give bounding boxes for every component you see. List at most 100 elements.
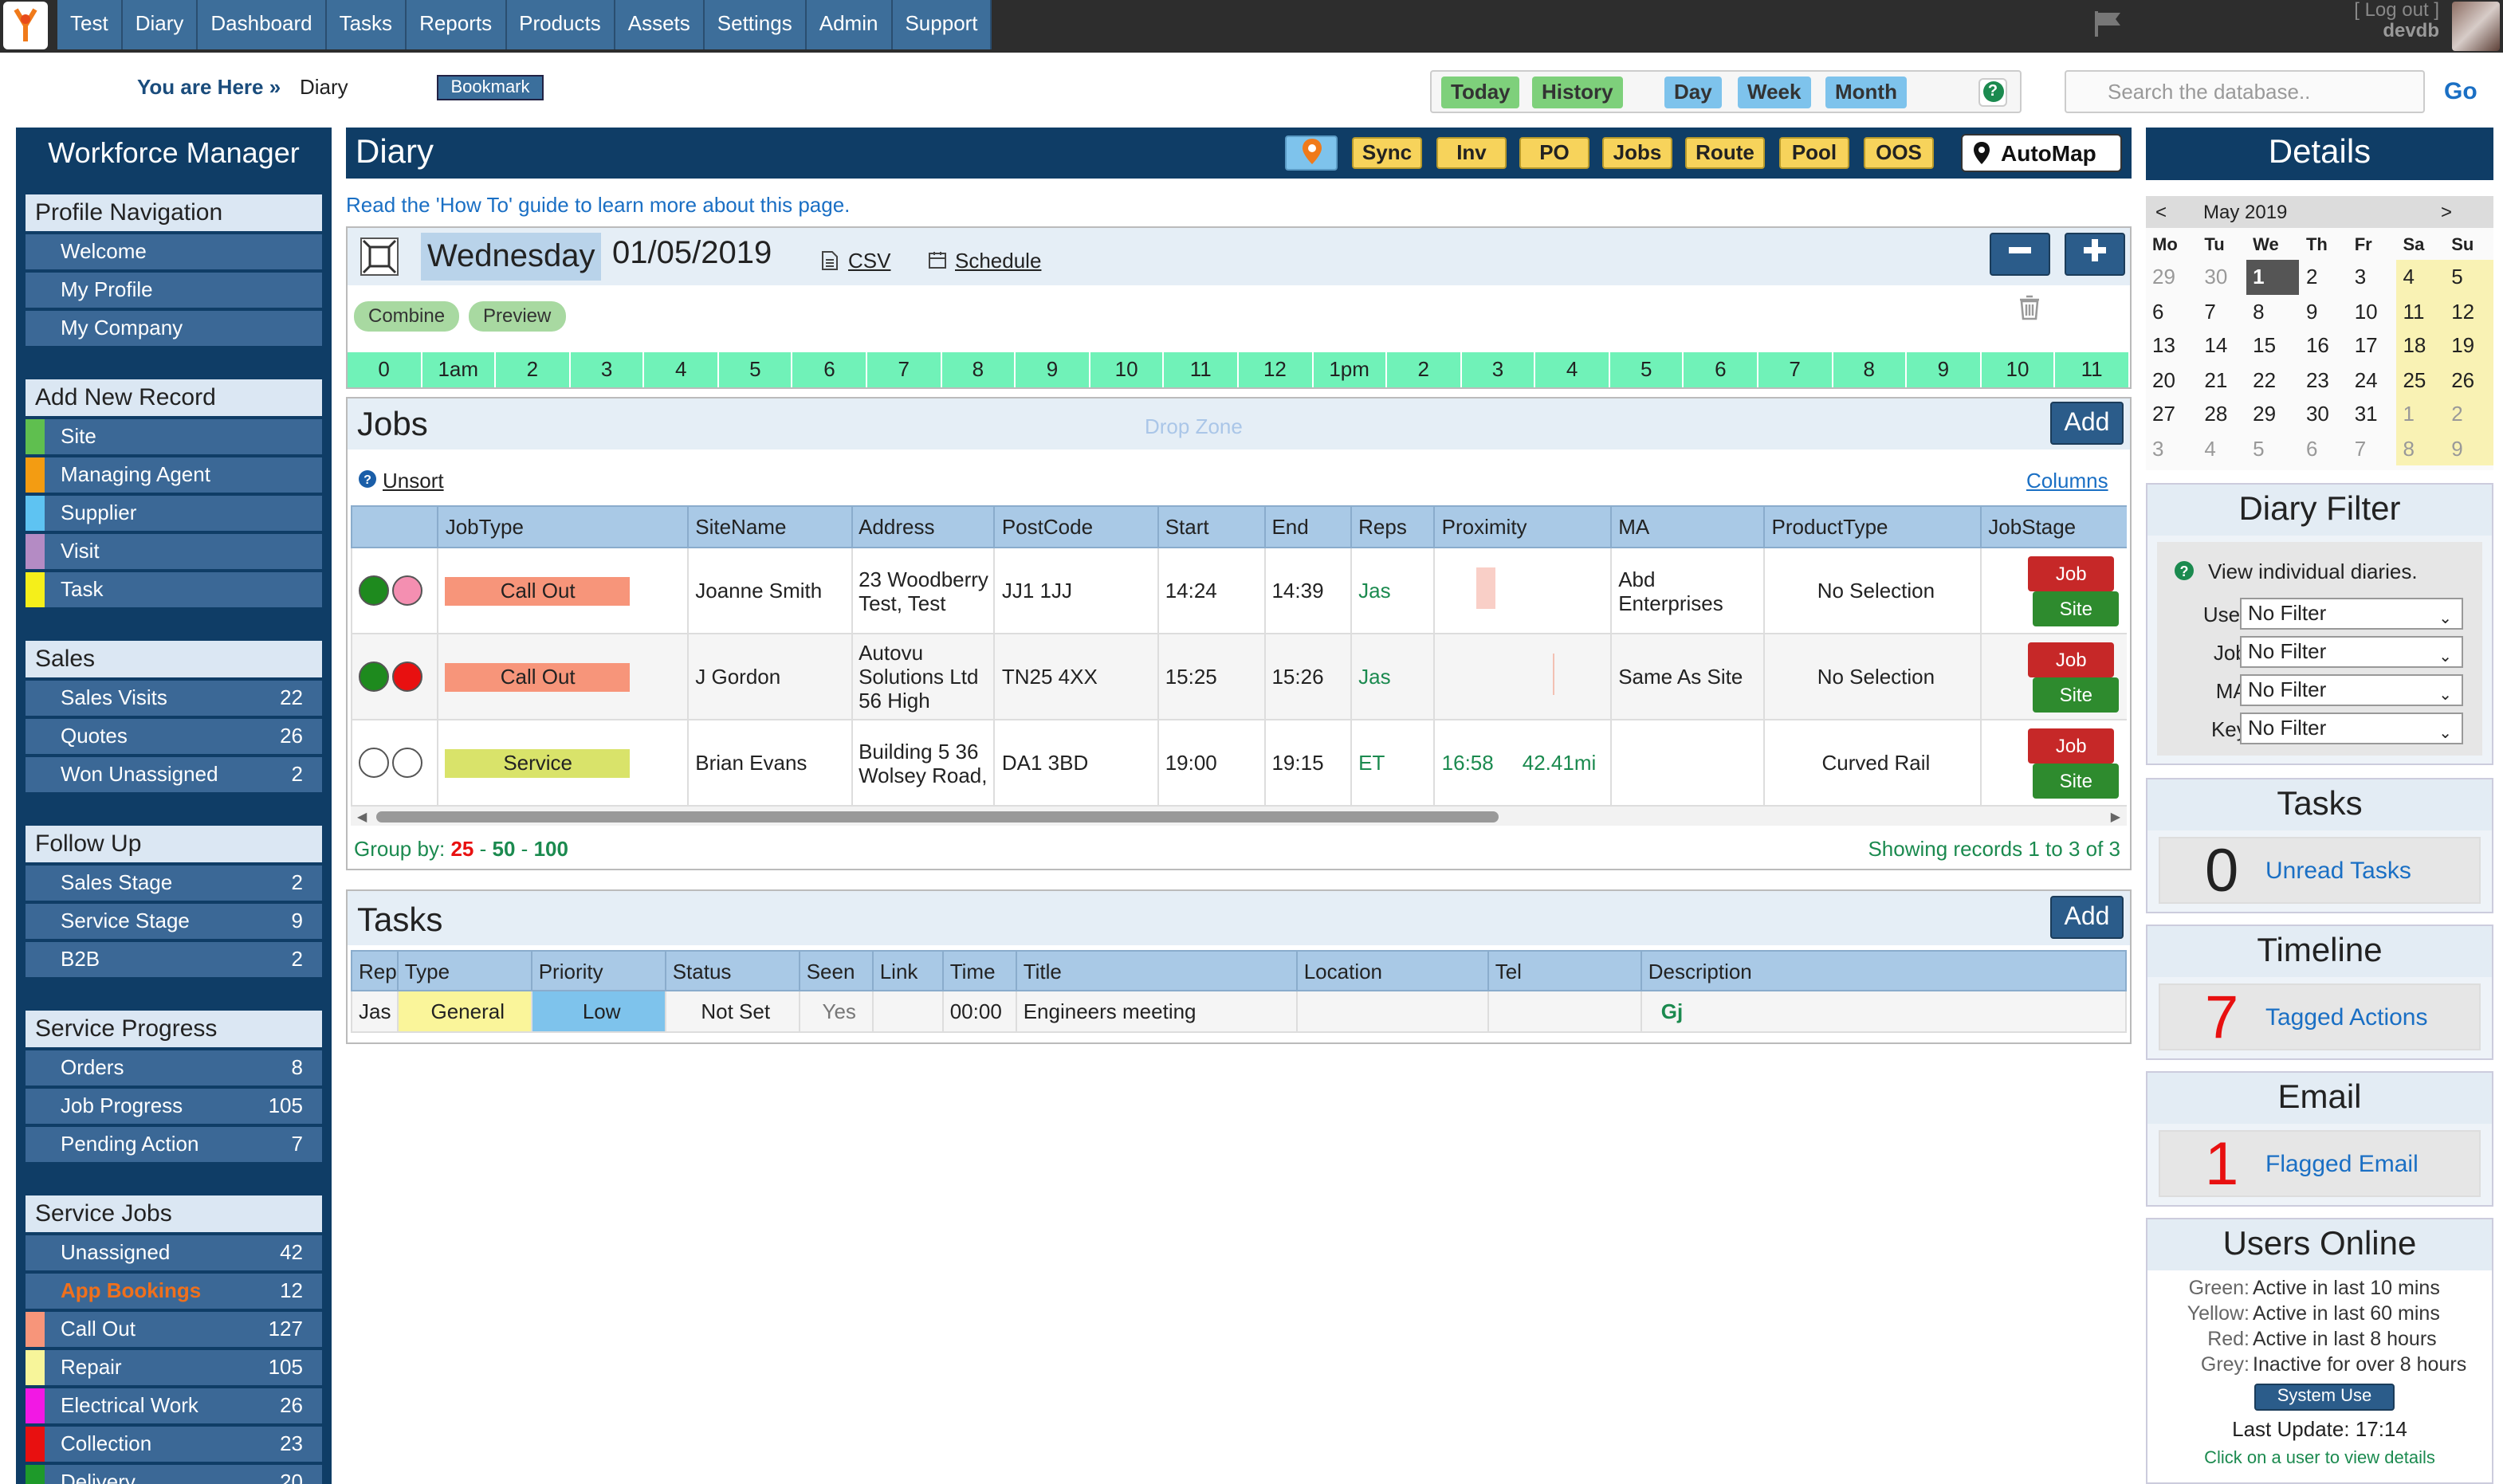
add-task-button[interactable]: Add	[2050, 896, 2124, 939]
site-name-cell[interactable]: J Gordon	[687, 633, 853, 720]
calendar-day[interactable]: 8	[2246, 294, 2300, 328]
hour-slot[interactable]: 5	[1610, 352, 1684, 387]
month-button[interactable]: Month	[1825, 77, 1907, 108]
column-header-tel[interactable]: Tel	[1487, 950, 1642, 991]
hour-slot[interactable]: 7	[1758, 352, 1833, 387]
calendar-day[interactable]: 5	[2445, 260, 2493, 294]
group-by-100[interactable]: 100	[534, 837, 568, 861]
calendar-day[interactable]: 30	[2300, 397, 2348, 431]
site-button[interactable]: Site	[2033, 677, 2120, 712]
column-header-location[interactable]: Location	[1295, 950, 1489, 991]
hour-slot[interactable]: 10	[1981, 352, 2056, 387]
add-job-button[interactable]: Add	[2050, 402, 2124, 445]
tagged-actions-link[interactable]: Tagged Actions	[2265, 1004, 2428, 1031]
week-button[interactable]: Week	[1738, 77, 1811, 108]
hour-slot[interactable]: 3	[570, 352, 645, 387]
hour-slot[interactable]: 0	[348, 352, 422, 387]
sidebar-item-quotes[interactable]: Quotes 26	[26, 719, 322, 754]
calendar-day[interactable]: 9	[2445, 431, 2493, 465]
reps-cell[interactable]: ET	[1350, 719, 1436, 807]
flag-icon[interactable]	[2093, 10, 2125, 38]
calendar-day[interactable]: 4	[2396, 260, 2446, 294]
column-header-status[interactable]: Status	[664, 950, 800, 991]
nav-test[interactable]: Test	[57, 0, 123, 49]
hour-slot[interactable]: 9	[1016, 352, 1090, 387]
priority-indicator[interactable]	[392, 575, 422, 606]
calendar-next-button[interactable]: >	[2441, 201, 2452, 223]
calendar-day[interactable]: 31	[2348, 397, 2397, 431]
column-header-link[interactable]: Link	[871, 950, 944, 991]
sidebar-section-service-jobs[interactable]: Service Jobs	[26, 1195, 322, 1232]
sidebar-item-pending-action[interactable]: Pending Action 7	[26, 1127, 322, 1162]
calendar-day[interactable]: 29	[2146, 260, 2198, 294]
table-row[interactable]: Call Out Joanne Smith 23 Woodberry Test, T…	[351, 547, 2127, 634]
pool-button[interactable]: Pool	[1779, 137, 1849, 169]
app-logo[interactable]	[3, 2, 48, 49]
column-header-address[interactable]: Address	[851, 505, 996, 548]
job-button[interactable]: Job	[2028, 642, 2115, 677]
task-title[interactable]: Engineers meeting	[1015, 990, 1298, 1033]
search-go-button[interactable]: Go	[2444, 78, 2477, 105]
calendar-day[interactable]: 3	[2146, 431, 2198, 465]
search-input[interactable]: Search the database..	[2065, 70, 2425, 113]
user-avatar[interactable]	[2452, 2, 2500, 51]
logout-link[interactable]: [ Log out ]	[2354, 0, 2439, 21]
hour-slot[interactable]: 8	[1833, 352, 1908, 387]
task-row[interactable]: Jas General Low Not Set Yes 00:00 Engineers me…	[351, 990, 2128, 1033]
site-name-cell[interactable]: Joanne Smith	[687, 547, 853, 634]
system-use-button[interactable]: System Use	[2254, 1384, 2395, 1411]
sidebar-item-sales-visits[interactable]: Sales Visits 22	[26, 681, 322, 716]
hour-slot[interactable]: 6	[1684, 352, 1758, 387]
sidebar-section-follow-up[interactable]: Follow Up	[26, 826, 322, 862]
group-by-25[interactable]: 25	[450, 837, 473, 861]
calendar-day[interactable]: 16	[2300, 328, 2348, 363]
scroll-left-icon[interactable]: ◀	[357, 810, 367, 824]
scroll-right-icon[interactable]: ▶	[2111, 810, 2120, 824]
column-header-jobtype[interactable]: JobType	[437, 505, 690, 548]
nav-settings[interactable]: Settings	[704, 0, 807, 49]
sidebar-item-my-company[interactable]: My Company	[26, 311, 322, 346]
calendar-prev-button[interactable]: <	[2155, 201, 2167, 223]
column-header-postcode[interactable]: PostCode	[993, 505, 1159, 548]
hour-slot[interactable]: 8	[941, 352, 1016, 387]
calendar-day[interactable]: 12	[2445, 294, 2493, 328]
sidebar-section-sales[interactable]: Sales	[26, 641, 322, 677]
calendar-day[interactable]: 14	[2198, 328, 2246, 363]
calendar-day[interactable]: 17	[2348, 328, 2397, 363]
oos-button[interactable]: OOS	[1864, 137, 1934, 169]
calendar-day[interactable]: 15	[2246, 328, 2300, 363]
day-button[interactable]: Day	[1664, 77, 1722, 108]
preview-button[interactable]: Preview	[469, 301, 566, 332]
hour-slot[interactable]: 1am	[422, 352, 497, 387]
calendar-day[interactable]: 27	[2146, 397, 2198, 431]
hour-slot[interactable]: 11	[2056, 352, 2130, 387]
sidebar-item-sales-stage[interactable]: Sales Stage 2	[26, 866, 322, 901]
hour-slot[interactable]: 9	[1907, 352, 1982, 387]
sidebar-item-unassigned[interactable]: Unassigned 42	[26, 1235, 322, 1270]
priority-indicator[interactable]	[392, 748, 422, 778]
sidebar-section-profile-navigation[interactable]: Profile Navigation	[26, 194, 322, 231]
sidebar-item-collection[interactable]: Collection 23	[26, 1427, 322, 1462]
column-header-type[interactable]: Type	[396, 950, 532, 991]
status-indicator[interactable]	[359, 575, 389, 606]
calendar-day[interactable]: 30	[2198, 260, 2246, 294]
calendar-day[interactable]: 7	[2348, 431, 2397, 465]
column-header-priority[interactable]: Priority	[530, 950, 666, 991]
hour-slot[interactable]: 5	[719, 352, 793, 387]
column-header-sitename[interactable]: SiteName	[687, 505, 853, 548]
sidebar-section-service-progress[interactable]: Service Progress	[26, 1011, 322, 1047]
nav-support[interactable]: Support	[892, 0, 992, 49]
calendar-day[interactable]: 11	[2396, 294, 2446, 328]
calendar-day[interactable]: 19	[2445, 328, 2493, 363]
column-header-jobstage[interactable]: JobStage	[1980, 505, 2127, 548]
hour-slot[interactable]: 1pm	[1313, 352, 1388, 387]
sync-button[interactable]: Sync	[1352, 137, 1422, 169]
column-header-time[interactable]: Time	[941, 950, 1017, 991]
route-button[interactable]: Route	[1685, 137, 1765, 169]
calendar-day[interactable]: 24	[2348, 363, 2397, 397]
hour-slot[interactable]: 10	[1090, 352, 1165, 387]
nav-products[interactable]: Products	[506, 0, 615, 49]
horizontal-scrollbar[interactable]: ◀ ▶	[351, 807, 2127, 826]
site-name-cell[interactable]: Brian Evans	[687, 719, 853, 807]
task-link[interactable]	[871, 990, 944, 1033]
